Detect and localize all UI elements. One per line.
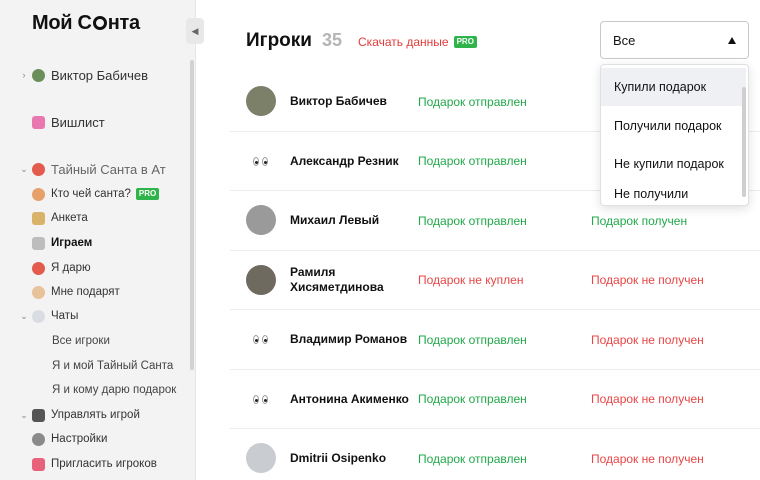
- player-name: Рамиля Хисяметдинова: [290, 265, 384, 294]
- chevron-down-icon[interactable]: ⌄: [20, 164, 28, 175]
- page-title: Игроки: [246, 30, 312, 51]
- pro-badge: PRO: [135, 188, 160, 200]
- person-face-icon: [32, 285, 45, 299]
- dropdown-scrollbar[interactable]: [742, 87, 746, 197]
- santa-face-icon: [32, 261, 45, 275]
- sidebar-item-give-me[interactable]: Мне подарят: [0, 282, 120, 302]
- player-name: Владимир Романов: [290, 332, 408, 346]
- sidebar-item-invite[interactable]: Пригласить игроков: [0, 454, 157, 474]
- dice-icon: [32, 236, 45, 250]
- gift-sent-status: Подарок отправлен: [418, 154, 527, 168]
- player-name: Dmitrii Osipenko: [290, 451, 387, 465]
- santa-hat-icon: [92, 16, 107, 30]
- envelope-heart-icon: [32, 457, 45, 471]
- download-label: Скачать данные: [358, 35, 449, 49]
- pro-badge: PRO: [453, 36, 477, 48]
- gift-sent-status: Подарок отправлен: [418, 94, 527, 109]
- filter-option-received[interactable]: Получили подарок: [601, 107, 746, 145]
- gift-sent-status: Подарок отправлен: [418, 392, 527, 406]
- select-value: Все: [613, 32, 636, 48]
- gear-icon: [32, 432, 45, 446]
- sidebar-item-label: Виктор Бабичев: [51, 67, 149, 83]
- player-name: Антонина Акименко: [290, 391, 409, 406]
- chevron-right-icon[interactable]: ›: [20, 70, 28, 80]
- sidebar-item-all-players[interactable]: Все игроки: [0, 331, 110, 351]
- sidebar-item-me-and-recipient[interactable]: Я и кому дарю подарок: [0, 380, 176, 400]
- sidebar-item-me-and-santa[interactable]: Я и мой Тайный Санта: [0, 356, 173, 376]
- download-data-link[interactable]: Скачать данные PRO: [358, 35, 477, 49]
- table-row[interactable]: Антонина Акименко Подарок отправлен Пода…: [230, 370, 760, 429]
- table-row[interactable]: Dmitrii Osipenko Подарок отправлен Подар…: [230, 429, 760, 480]
- pencil-icon: [32, 211, 45, 225]
- santa-face-icon: [32, 187, 45, 201]
- player-name: Александр Резник: [290, 153, 399, 168]
- sidebar-item-i-give[interactable]: Я дарю: [0, 258, 91, 278]
- filter-dropdown-menu: Купили подарок Получили подарок Не купил…: [600, 64, 749, 206]
- gift-received-status: Подарок не получен: [591, 451, 704, 466]
- collapse-sidebar-button[interactable]: ◀: [186, 18, 204, 44]
- sidebar-item-settings[interactable]: Настройки: [0, 429, 107, 449]
- sidebar-item-label: Чаты: [51, 310, 79, 322]
- sidebar-item-label: Я и кому дарю подарок: [52, 384, 177, 396]
- sidebar-item-label: Все игроки: [52, 335, 110, 347]
- sidebar-item-survey[interactable]: Анкета: [0, 208, 88, 228]
- player-name: Виктор Бабичев: [290, 94, 387, 108]
- gift-received-status: Подарок не получен: [591, 392, 704, 406]
- avatar: [246, 264, 276, 295]
- filter-option-bought[interactable]: Купили подарок: [601, 68, 746, 106]
- sidebar-item-label: Вишлист: [51, 114, 105, 130]
- gift-bag-icon: [32, 115, 45, 129]
- santa-icon: [32, 162, 45, 176]
- table-row[interactable]: Владимир Романов Подарок отправлен Подар…: [230, 310, 760, 370]
- sidebar-item-label: Играем: [51, 237, 93, 249]
- sidebar-item-manage[interactable]: ⌄ Управлять игрой: [0, 405, 140, 425]
- gift-sent-status: Подарок отправлен: [418, 213, 527, 228]
- sidebar-item-label: Настройки: [51, 433, 108, 445]
- sidebar-item-playing[interactable]: Играем: [0, 233, 92, 253]
- app-logo[interactable]: Мой С нта: [32, 12, 140, 35]
- chevron-down-icon[interactable]: ⌄: [20, 410, 28, 421]
- logo-text: Мой С: [32, 12, 92, 34]
- avatar: [246, 443, 276, 473]
- filter-option-not-received[interactable]: Не получили: [601, 175, 746, 205]
- sidebar: Мой С нта › Виктор Бабичев Вишлист ⌄ Тайн…: [0, 0, 196, 480]
- sidebar-item-label: Пригласить игроков: [51, 458, 157, 470]
- sidebar-item-label: Анкета: [51, 212, 88, 224]
- chevron-down-icon[interactable]: ⌄: [20, 311, 28, 322]
- user-avatar-icon: [32, 68, 45, 82]
- table-row[interactable]: Рамиля Хисяметдинова Подарок не куплен П…: [230, 251, 760, 310]
- eyes-icon: [253, 156, 268, 166]
- sidebar-item-label: Я и мой Тайный Санта: [52, 360, 174, 372]
- control-knobs-icon: [32, 408, 45, 422]
- gift-sent-status: Подарок отправлен: [418, 332, 527, 347]
- eyes-icon: [253, 394, 268, 404]
- page-header: Игроки 35 Скачать данные PRO: [246, 30, 477, 52]
- sidebar-item-label: Тайный Санта в Ат: [51, 161, 166, 177]
- logo-text-tail: нта: [107, 12, 140, 34]
- sidebar-item-game[interactable]: ⌄ Тайный Санта в Ат: [0, 159, 166, 179]
- sidebar-item-label: Кто чей санта?: [51, 188, 131, 200]
- players-count: 35: [321, 30, 343, 50]
- player-name: Михаил Левый: [290, 213, 380, 227]
- sidebar-item-who-whose[interactable]: Кто чей санта? PRO: [0, 184, 160, 204]
- sidebar-item-label: Я дарю: [51, 262, 91, 274]
- gift-received-status: Подарок не получен: [591, 332, 704, 347]
- sidebar-item-user[interactable]: › Виктор Бабичев: [0, 65, 149, 85]
- speech-bubble-icon: [32, 309, 45, 323]
- sidebar-scrollbar[interactable]: [190, 60, 194, 370]
- sidebar-item-wishlist[interactable]: Вишлист: [0, 112, 105, 132]
- sidebar-item-chats[interactable]: ⌄ Чаты: [0, 306, 78, 326]
- sidebar-item-label: Управлять игрой: [51, 409, 140, 421]
- status-filter-select[interactable]: Все: [600, 21, 749, 59]
- caret-up-icon: [728, 37, 736, 44]
- avatar: [246, 86, 276, 116]
- sidebar-item-label: Мне подарят: [51, 286, 120, 298]
- gift-received-status: Подарок не получен: [591, 273, 704, 287]
- gift-sent-status: Подарок отправлен: [418, 451, 527, 466]
- avatar: [246, 205, 276, 235]
- gift-sent-status: Подарок не куплен: [418, 273, 524, 287]
- eyes-icon: [253, 335, 268, 344]
